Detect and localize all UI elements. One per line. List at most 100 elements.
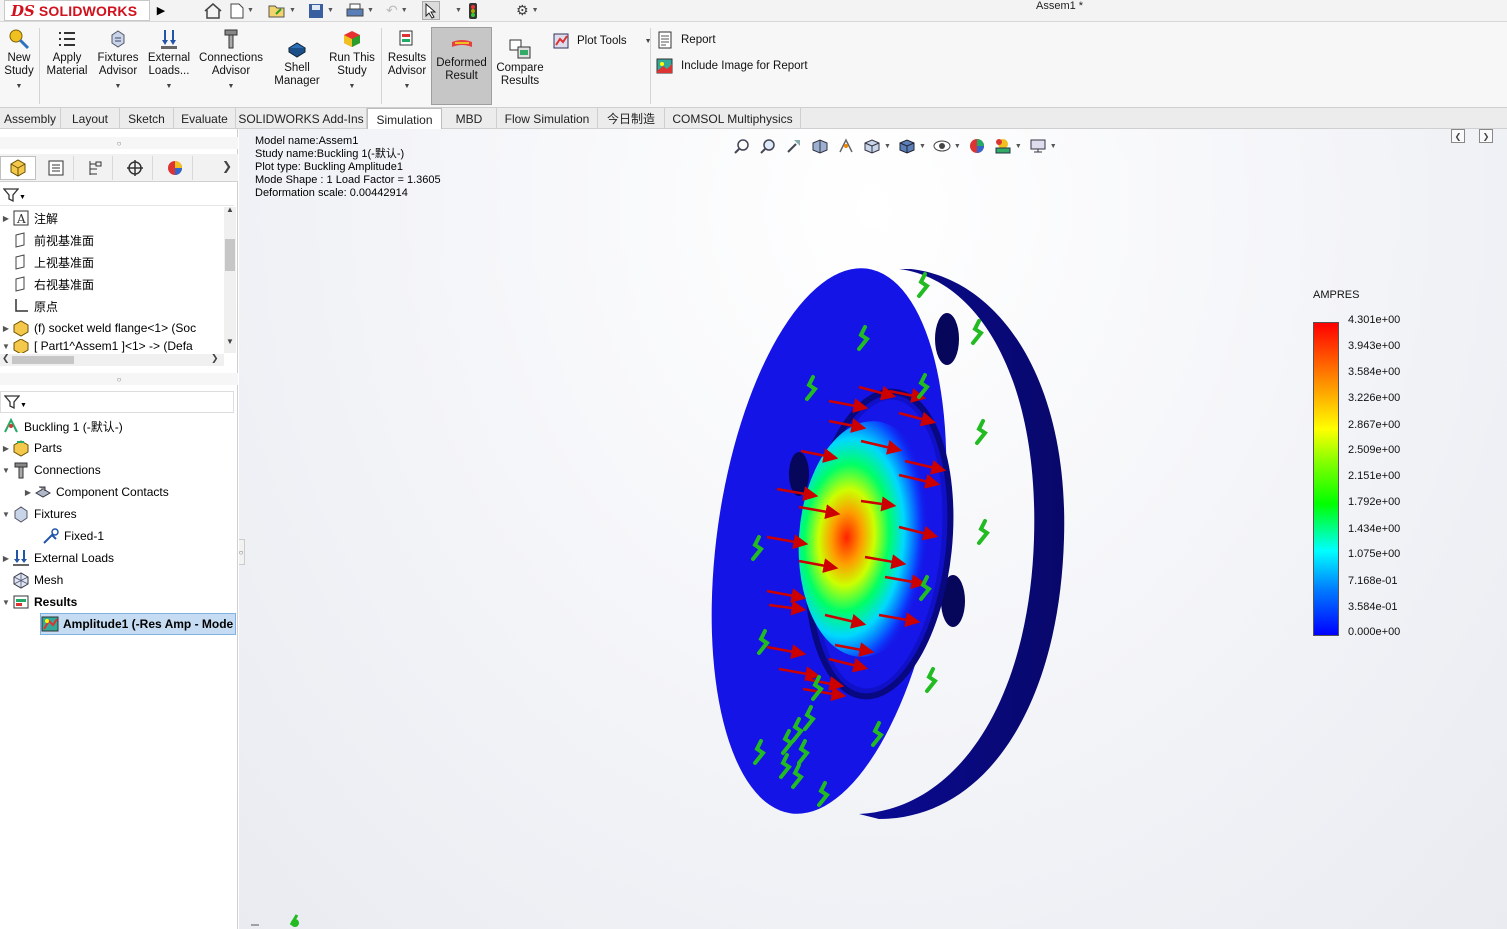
plot-tools-icon [551,31,571,51]
expand-arrow-icon[interactable]: ▶ [0,324,12,333]
rebuild-traffic-light-icon[interactable] [468,1,478,20]
tree-item-socket-weld-flange[interactable]: ▶ (f) socket weld flange<1> (Soc [0,317,196,339]
feature-tree-filter[interactable]: ▼ [0,184,234,206]
legend-tick: 2.509e+00 [1348,444,1401,456]
plot-tools-button[interactable]: Plot Tools ▼ [551,31,652,51]
expand-arrow-icon[interactable]: ▶ [0,554,12,563]
compare-results-button[interactable]: Compare Results [495,36,545,88]
collapse-arrow-icon[interactable]: ▼ [0,510,12,519]
results-advisor-dropdown-icon[interactable]: ▼ [404,80,411,93]
tab-evaluate[interactable]: Evaluate [174,108,236,129]
feature-manager-tab-icon[interactable] [0,156,36,180]
open-icon[interactable]: ▼ [268,1,296,20]
tree-item-connections[interactable]: ▼ Connections [0,459,101,481]
expand-arrow-icon[interactable]: ▶ [22,488,34,497]
fixtures-advisor-dropdown-icon[interactable]: ▼ [115,80,122,93]
tree-item-right-plane[interactable]: 右视基准面 [0,273,94,295]
tab-layout[interactable]: Layout [61,108,120,129]
tree-item-label: Parts [34,441,63,455]
include-image-label: Include Image for Report [681,60,808,72]
legend-tick: 2.151e+00 [1348,470,1401,482]
tab-flow-simulation[interactable]: Flow Simulation [497,108,598,129]
connections-advisor-button[interactable]: Connections Advisor ▼ [198,26,264,93]
expand-arrow-icon[interactable]: ▶ [0,214,12,223]
bolt-hole [789,452,809,496]
graphics-viewport[interactable]: Model name:Assem1 Study name:Buckling 1(… [239,129,1507,929]
home-icon[interactable] [204,1,222,20]
tab-assembly[interactable]: Assembly [0,108,61,129]
tab-solidworks-add-ins[interactable]: SOLIDWORKS Add-Ins [236,108,367,129]
tree-item-fixtures[interactable]: ▼ Fixtures [0,503,77,525]
undo-icon[interactable]: ↶ ▼ [386,1,408,20]
property-manager-tab-icon[interactable] [38,156,74,180]
tab-today-manufacturing[interactable]: 今日制造 [598,108,665,129]
tree-item-front-plane[interactable]: 前视基准面 [0,229,94,251]
fixtures-advisor-button[interactable]: Fixtures Advisor ▼ [96,26,140,93]
tree-item-origin[interactable]: 原点 [0,295,58,317]
results-advisor-button[interactable]: Results Advisor ▼ [386,26,428,93]
deformed-result-button[interactable]: Deformed Result [431,27,492,105]
tree-item-annotations[interactable]: ▶ A 注解 [0,207,58,229]
select-dropdown-icon[interactable]: ▼ [452,1,462,20]
tree-item-parts[interactable]: ▶ Parts [0,437,62,459]
bolt-hole [935,313,959,365]
tree-item-amplitude1[interactable]: Amplitude1 (-Res Amp - Mode [40,613,236,635]
tree-item-study[interactable]: Buckling 1 (-默认-) [0,415,123,437]
apply-material-button[interactable]: Apply Material [44,26,90,78]
study-tree-filter[interactable]: ▼ [0,391,234,413]
expand-arrow-icon[interactable]: ▼ [0,342,12,351]
tree-item-mesh[interactable]: Mesh [0,569,63,591]
collapse-arrow-icon[interactable]: ▼ [0,466,12,475]
display-manager-tab-icon[interactable] [157,156,193,180]
compare-results-label: Compare Results [496,62,544,87]
new-study-button[interactable]: New Study ▼ [4,26,34,93]
panel-splitter-handle[interactable]: ○ [0,373,238,385]
save-icon[interactable]: ▼ [308,1,334,20]
solidworks-logo[interactable]: DS SOLIDWORKS [4,0,150,21]
feature-tree-horizontal-scrollbar[interactable]: ❮ ❯ [0,353,224,366]
filter-dropdown-icon[interactable]: ▼ [19,194,26,201]
new-document-icon[interactable]: ▼ [230,1,254,20]
panel-splitter-handle[interactable]: ○ [0,137,238,149]
tree-item-external-loads[interactable]: ▶ External Loads [0,547,114,569]
tree-item-fixed-1[interactable]: Fixed-1 [42,525,104,547]
print-icon[interactable]: ▼ [346,1,374,20]
expand-arrow-icon[interactable]: ▶ [0,444,12,453]
annotations-icon: A [12,209,30,227]
tree-item-top-plane[interactable]: 上视基准面 [0,251,94,273]
shell-manager-icon [284,36,310,62]
report-button[interactable]: Report [655,30,716,50]
results-advisor-icon [394,26,420,52]
options-gear-icon[interactable]: ⚙ ▼ [516,1,539,20]
filter-dropdown-icon[interactable]: ▼ [20,402,27,409]
dimxpert-manager-tab-icon[interactable] [117,156,153,180]
apply-material-label: Apply Material [46,52,88,77]
part-icon [12,339,30,353]
include-image-for-report-button[interactable]: Include Image for Report [655,56,808,76]
tree-item-component-contacts[interactable]: ▶ Component Contacts [22,481,169,503]
feature-tree-vertical-scrollbar[interactable]: ▲ ▼ [224,205,236,353]
panel-collapse-handle[interactable]: ○ [239,539,245,565]
tab-comsol-multiphysics[interactable]: COMSOL Multiphysics [665,108,801,129]
expand-menu-arrow-icon[interactable]: ▶ [154,1,168,20]
tab-simulation[interactable]: Simulation [367,108,442,130]
run-this-study-button[interactable]: Run This Study ▼ [328,26,376,93]
tab-sketch[interactable]: Sketch [120,108,174,129]
select-cursor-icon[interactable] [422,1,440,20]
collapse-arrow-icon[interactable]: ▼ [0,598,12,607]
run-study-dropdown-icon[interactable]: ▼ [349,80,356,93]
results-advisor-label: Results Advisor [387,52,427,77]
tab-mbd[interactable]: MBD [442,108,497,129]
connections-advisor-dropdown-icon[interactable]: ▼ [228,80,235,93]
tree-item-label: [ Part1^Assem1 ]<1> -> (Defa [34,339,193,353]
external-loads-button[interactable]: External Loads... ▼ [147,26,191,93]
tree-item-results[interactable]: ▼ Results [0,591,77,613]
tabs-scroll-right-icon[interactable]: ❯ [222,159,232,173]
legend-title: AMPRES [1313,289,1360,301]
tree-item-part1[interactable]: ▼ [ Part1^Assem1 ]<1> -> (Defa [0,339,193,353]
new-study-dropdown-icon[interactable]: ▼ [16,80,23,93]
shell-manager-button[interactable]: Shell Manager [272,36,322,88]
result-legend[interactable]: AMPRES 4.301e+00 3.943e+00 3.584e+00 3.2… [1313,289,1433,649]
external-loads-dropdown-icon[interactable]: ▼ [166,80,173,93]
configuration-manager-tab-icon[interactable] [77,156,113,180]
